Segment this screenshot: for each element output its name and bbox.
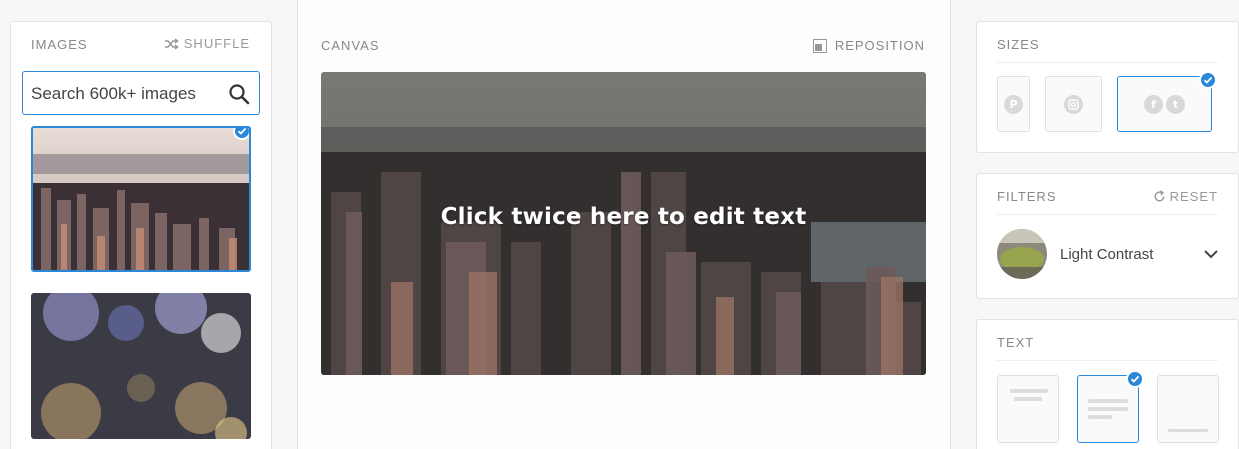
text-line-shape [1168,429,1208,432]
text-layout-bottom[interactable] [1157,375,1219,443]
reposition-label: REPOSITION [834,38,925,53]
text-layout-center[interactable] [1077,370,1144,443]
filter-preview-thumbnail [997,229,1047,279]
canvas-overlay-text[interactable]: Click twice here to edit text [321,204,926,230]
reposition-button[interactable]: REPOSITION [812,38,925,53]
pinterest-icon: P [1004,94,1023,114]
size-option-instagram[interactable] [1045,76,1102,132]
size-option-facebook-twitter[interactable]: f t [1117,71,1217,132]
text-line-shape [1010,389,1048,393]
facebook-icon: f [1144,94,1163,114]
divider [997,62,1218,63]
text-panel: TEXT [976,319,1239,449]
divider [997,214,1218,215]
selected-check-icon [1199,71,1217,89]
left-sidebar: IMAGES SHUFFLE [0,0,298,449]
reset-label: RESET [1169,189,1218,204]
sizes-panel-title: SIZES [997,37,1040,52]
text-line-shape [1088,399,1128,403]
selected-filter-name: Light Contrast [1060,245,1154,263]
text-line-shape [1014,397,1042,401]
search-icon[interactable] [228,83,250,105]
filter-select[interactable]: Light Contrast [997,229,1218,279]
text-panel-title: TEXT [997,335,1035,350]
reset-icon [1154,190,1165,202]
text-layout-top[interactable] [997,375,1059,443]
selected-check-icon [1126,370,1144,388]
size-option-pinterest[interactable]: P [997,76,1030,132]
rain-bokeh-image [31,293,251,439]
canvas-title: CANVAS [321,38,380,53]
text-line-shape [1088,407,1128,411]
reset-button[interactable]: RESET [1153,189,1218,204]
canvas-column: CANVAS REPOSITION Click twice here to ed… [298,0,951,449]
canvas-preview[interactable]: Click twice here to edit text [321,72,926,375]
sizes-panel: SIZES P f t [976,21,1239,153]
image-search-input[interactable] [31,81,221,107]
image-thumbnail-rain[interactable] [31,293,251,439]
right-sidebar: SIZES P f t FILTERS RESET Light Contrast… [951,0,1239,449]
images-panel-header: IMAGES SHUFFLE [11,22,271,66]
instagram-icon [1064,94,1083,114]
reposition-icon [812,38,827,53]
shuffle-button[interactable]: SHUFFLE [164,36,250,51]
app-root: IMAGES SHUFFLE Search 600k+ images CANVA… [0,0,1239,449]
filters-panel-title: FILTERS [997,189,1057,204]
image-search-box [22,71,260,115]
chevron-down-icon [1204,249,1218,258]
images-panel: IMAGES SHUFFLE [10,21,272,449]
shuffle-label: SHUFFLE [183,36,250,51]
text-line-shape [1088,415,1112,419]
filters-panel: FILTERS RESET Light Contrast [976,173,1239,299]
images-panel-title: IMAGES [31,37,88,52]
shuffle-icon [164,37,179,50]
divider [997,360,1218,361]
image-thumbnail-city[interactable] [31,126,251,272]
twitter-icon: t [1166,94,1185,114]
city-aerial-image [33,128,249,270]
